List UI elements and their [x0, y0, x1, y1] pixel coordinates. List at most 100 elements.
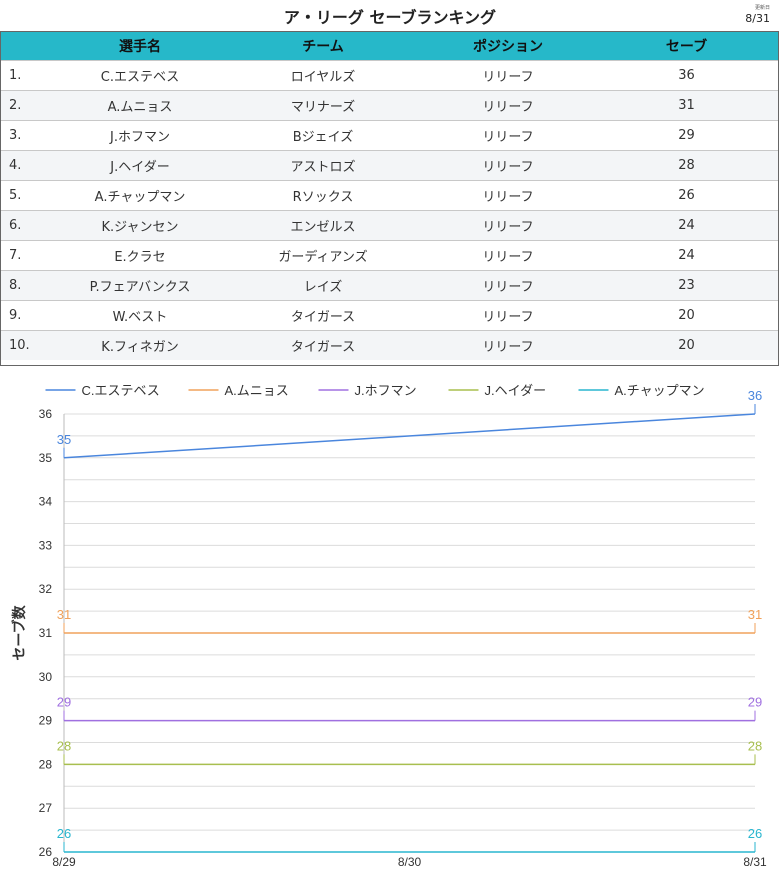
x-tick-label: 8/30	[398, 855, 422, 869]
ranking-table: 選手名 チーム ポジション セーブ 1. C.エステベス ロイヤルズ リリーフ …	[0, 31, 779, 366]
team-cell: タイガース	[223, 330, 423, 360]
table-row: 9. W.ベスト タイガース リリーフ 20	[1, 300, 778, 331]
x-tick-label: 8/31	[743, 855, 767, 869]
rank-cell: 5.	[1, 180, 57, 211]
table-row: 10. K.フィネガン タイガース リリーフ 20	[1, 330, 778, 360]
y-tick-label: 31	[39, 626, 53, 640]
position-cell: リリーフ	[423, 90, 593, 121]
data-label: 36	[748, 388, 762, 403]
y-tick-label: 36	[39, 407, 53, 421]
data-label: 31	[748, 607, 762, 622]
saves-cell: 24	[593, 240, 778, 271]
saves-cell: 31	[593, 90, 778, 121]
position-cell: リリーフ	[423, 270, 593, 301]
page-title: ア・リーグ セーブランキング	[283, 8, 497, 27]
saves-cell: 26	[593, 180, 778, 211]
saves-cell: 28	[593, 150, 778, 181]
table-row: 3. J.ホフマン Bジェイズ リリーフ 29	[1, 120, 778, 151]
x-tick-label: 8/29	[52, 855, 76, 869]
rank-cell: 7.	[1, 240, 57, 271]
team-cell: マリナーズ	[223, 90, 423, 121]
player-cell: W.ベスト	[57, 300, 223, 331]
y-tick-label: 28	[39, 757, 53, 771]
player-cell: A.チャップマン	[57, 180, 223, 211]
saves-cell: 36	[593, 60, 778, 91]
table-row: 1. C.エステベス ロイヤルズ リリーフ 36	[1, 60, 778, 91]
legend-label: J.ヘイダー	[485, 383, 547, 398]
header-team[interactable]: チーム	[223, 32, 423, 61]
player-cell: K.ジャンセン	[57, 210, 223, 241]
team-cell: Rソックス	[223, 180, 423, 211]
table-row: 2. A.ムニョス マリナーズ リリーフ 31	[1, 90, 778, 121]
saves-cell: 29	[593, 120, 778, 151]
data-label: 29	[748, 695, 762, 710]
table-header-row: 選手名 チーム ポジション セーブ	[1, 32, 778, 61]
table-row: 5. A.チャップマン Rソックス リリーフ 26	[1, 180, 778, 211]
rank-cell: 8.	[1, 270, 57, 301]
y-tick-label: 26	[39, 845, 53, 859]
rank-cell: 6.	[1, 210, 57, 241]
position-cell: リリーフ	[423, 210, 593, 241]
team-cell: ガーディアンズ	[223, 240, 423, 271]
position-cell: リリーフ	[423, 300, 593, 331]
table-row: 4. J.ヘイダー アストロズ リリーフ 28	[1, 150, 778, 181]
rank-cell: 4.	[1, 150, 57, 181]
header-rank	[1, 32, 57, 61]
position-cell: リリーフ	[423, 330, 593, 360]
y-tick-label: 27	[39, 801, 53, 815]
data-label: 29	[57, 695, 71, 710]
position-cell: リリーフ	[423, 150, 593, 181]
y-tick-label: 35	[39, 451, 53, 465]
team-cell: エンゼルス	[223, 210, 423, 241]
position-cell: リリーフ	[423, 120, 593, 151]
legend-label: C.エステベス	[82, 383, 160, 398]
data-label: 28	[748, 738, 762, 753]
team-cell: レイズ	[223, 270, 423, 301]
table-row: 8. P.フェアバンクス レイズ リリーフ 23	[1, 270, 778, 301]
rank-cell: 3.	[1, 120, 57, 151]
data-label: 28	[57, 738, 71, 753]
position-cell: リリーフ	[423, 60, 593, 91]
player-cell: J.ヘイダー	[57, 150, 223, 181]
saves-cell: 23	[593, 270, 778, 301]
chart-svg: 26 27 28 29 30 31 32 33 34 35 36 8/29 8/30 8/31 セーブ数 35…	[11, 383, 767, 869]
y-tick-label: 33	[39, 538, 53, 552]
data-label: 35	[57, 432, 71, 447]
saves-cell: 24	[593, 210, 778, 241]
team-cell: ロイヤルズ	[223, 60, 423, 91]
y-axis-title: セーブ数	[11, 604, 27, 660]
player-cell: A.ムニョス	[57, 90, 223, 121]
team-cell: アストロズ	[223, 150, 423, 181]
updated-date: 8/31	[745, 12, 770, 25]
rank-cell: 10.	[1, 330, 57, 360]
rank-cell: 1.	[1, 60, 57, 91]
player-cell: P.フェアバンクス	[57, 270, 223, 301]
data-label: 26	[748, 826, 762, 841]
y-tick-label: 29	[39, 714, 53, 728]
header-position[interactable]: ポジション	[423, 32, 593, 61]
data-label: 31	[57, 607, 71, 622]
player-cell: J.ホフマン	[57, 120, 223, 151]
position-cell: リリーフ	[423, 240, 593, 271]
header-player[interactable]: 選手名	[57, 32, 223, 61]
y-tick-label: 34	[39, 495, 53, 509]
rank-cell: 2.	[1, 90, 57, 121]
team-cell: タイガース	[223, 300, 423, 331]
rank-cell: 9.	[1, 300, 57, 331]
team-cell: Bジェイズ	[223, 120, 423, 151]
legend-label: A.チャップマン	[615, 383, 705, 398]
table-row: 7. E.クラセ ガーディアンズ リリーフ 24	[1, 240, 778, 271]
y-tick-label: 32	[39, 582, 53, 596]
header-saves[interactable]: セーブ	[593, 32, 778, 61]
updated-info: 更新日 8/31	[745, 5, 770, 25]
player-cell: C.エステベス	[57, 60, 223, 91]
player-cell: K.フィネガン	[57, 330, 223, 360]
updated-label: 更新日	[754, 5, 770, 11]
player-cell: E.クラセ	[57, 240, 223, 271]
y-tick-label: 30	[39, 670, 53, 684]
saves-cell: 20	[593, 300, 778, 331]
saves-cell: 20	[593, 330, 778, 360]
saves-line-chart: 26 27 28 29 30 31 32 33 34 35 36 8/29 8/30 8/31 セーブ数 35…	[0, 370, 780, 878]
data-label: 26	[57, 826, 71, 841]
legend-label: A.ムニョス	[225, 383, 289, 398]
